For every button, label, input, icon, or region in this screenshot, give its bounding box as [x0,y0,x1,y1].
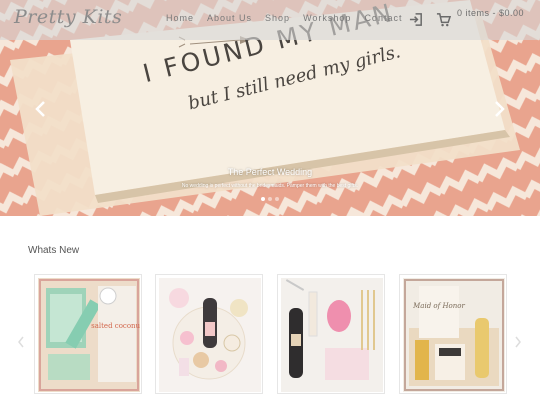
nav-home[interactable]: Home [166,13,194,23]
product-label: salted coconut [91,322,140,330]
product-label: Maid of Honor [412,302,465,310]
section-title-whats-new: Whats New [28,245,80,256]
cart-icon[interactable] [436,12,451,27]
carousel-dot[interactable] [261,197,265,201]
product-image: Maid of Honor [403,278,505,392]
carousel-dot[interactable] [275,197,279,201]
product-image [159,278,261,392]
product-card[interactable]: Maid of Honor [399,274,507,394]
chevron-left-icon[interactable] [16,335,26,349]
product-image: salted coconut [38,278,140,392]
slide-caption-text: No wedding is perfect without the brides… [181,183,359,189]
nav-shop[interactable]: Shop [265,13,290,23]
nav-about-us[interactable]: About Us [207,13,252,23]
slide-caption-title: The Perfect Wedding [227,167,313,177]
main-nav: Home About Us Shop Workshop Contact [166,13,415,23]
chevron-right-icon[interactable] [513,335,523,349]
login-icon[interactable] [409,12,424,27]
product-image [281,278,383,392]
product-card[interactable]: salted coconut [34,274,142,394]
site-logo[interactable]: Pretty Kits [14,6,122,28]
chevron-right-icon[interactable] [492,100,506,118]
top-navbar: Pretty Kits Home About Us Shop Workshop … [0,0,540,40]
carousel-indicators [261,197,279,201]
cart-summary[interactable]: 0 items - $0.00 [457,8,524,18]
nav-contact[interactable]: Contact [364,13,402,23]
product-card[interactable] [155,274,263,394]
chevron-left-icon[interactable] [34,100,48,118]
carousel-dot[interactable] [268,197,272,201]
product-card[interactable] [277,274,385,394]
nav-workshop[interactable]: Workshop [303,13,351,23]
